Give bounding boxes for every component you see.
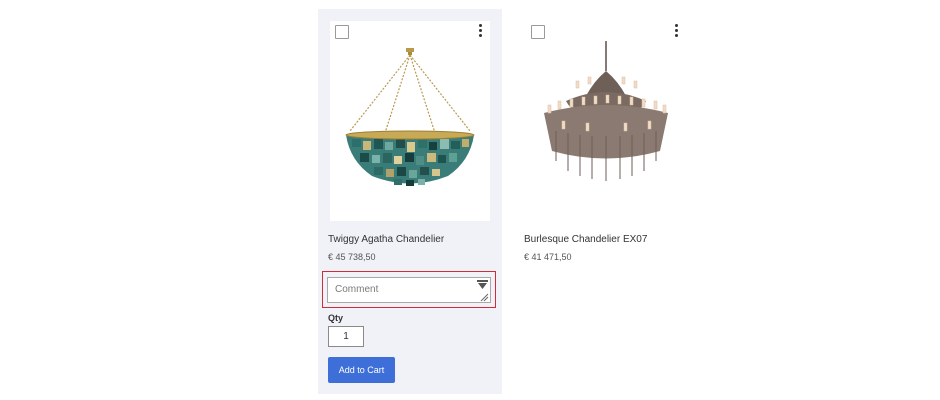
more-options-icon[interactable] <box>673 24 679 38</box>
comment-field[interactable] <box>327 277 491 303</box>
product-card: Twiggy Agatha Chandelier € 45 738,50 Qty… <box>318 9 502 394</box>
resize-grip-icon[interactable] <box>480 293 489 302</box>
product-name[interactable]: Burlesque Chandelier EX07 <box>524 234 647 245</box>
qty-input[interactable] <box>328 326 364 347</box>
product-card: Burlesque Chandelier EX07 € 41 471,50 <box>514 9 698 309</box>
scroll-down-arrow-icon[interactable] <box>477 280 488 289</box>
product-image[interactable] <box>526 21 686 221</box>
add-to-cart-button[interactable]: Add to Cart <box>328 357 395 383</box>
product-name[interactable]: Twiggy Agatha Chandelier <box>328 234 444 245</box>
chandelier-bowl-icon <box>345 48 475 186</box>
select-checkbox[interactable] <box>531 25 545 39</box>
product-image[interactable] <box>330 21 490 221</box>
product-price: € 45 738,50 <box>328 252 376 262</box>
more-options-icon[interactable] <box>477 24 483 38</box>
select-checkbox[interactable] <box>335 25 349 39</box>
chandelier-tiered-icon <box>544 41 668 181</box>
qty-label: Qty <box>328 313 344 323</box>
product-price: € 41 471,50 <box>524 252 572 262</box>
